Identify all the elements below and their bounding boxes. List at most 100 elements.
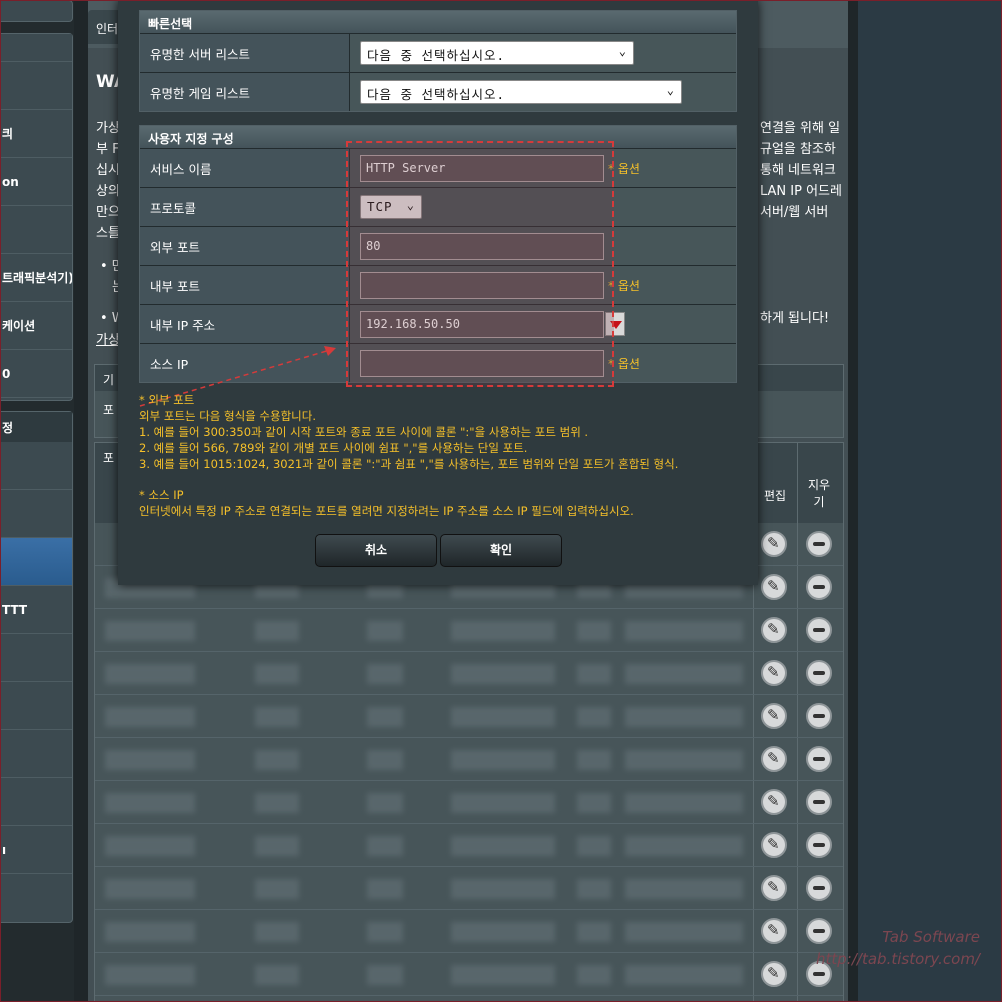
sidebar-sub-item-7[interactable] [0,730,72,778]
note-src-title: * 소스 IP [139,488,184,502]
edit-icon[interactable] [761,703,787,729]
table-cell-redacted [577,621,611,641]
sidebar-item-6[interactable]: 0 [0,350,72,398]
edit-icon[interactable] [761,832,787,858]
delete-icon[interactable] [806,617,832,643]
note-ext-line: 외부 포트는 다음 형식을 수용합니다. [139,409,316,423]
col-edit-header: 편집 [763,489,787,503]
edit-icon[interactable] [761,789,787,815]
custom-config-section: 사용자 지정 구성 서비스 이름 HTTP Server * 옵션 프로토콜 T… [139,125,737,383]
external-port-label: 외부 포트 [140,227,350,265]
sidebar-sub-item-8[interactable] [0,778,72,826]
sidebar-item-4[interactable]: 트래픽분석기) [0,254,72,302]
quick-select-title: 빠른선택 [140,11,736,33]
table-cell-redacted [367,836,403,856]
server-list-select[interactable]: 다음 중 선택하십시오. ⌄ [360,41,634,65]
table-cell-redacted [577,879,611,899]
edit-icon[interactable] [761,746,787,772]
external-port-input[interactable]: 80 [360,232,604,260]
service-name-row: 서비스 이름 HTTP Server * 옵션 [140,148,736,187]
server-list-value: 다음 중 선택하십시오. [367,48,506,63]
game-list-label: 유명한 게임 리스트 [140,73,350,111]
delete-icon[interactable] [806,531,832,557]
note-ext-title: * 외부 포트 [139,393,195,407]
ip-dropdown-button[interactable] [605,312,625,336]
protocol-field: TCP ⌄ [350,188,736,226]
chevron-down-icon: ⌄ [666,83,675,97]
table-cell-redacted [255,922,299,942]
table-cell-redacted [451,707,555,727]
sidebar-item-3[interactable] [0,206,72,254]
table-cell-redacted [105,707,195,727]
custom-config-title: 사용자 지정 구성 [140,126,736,148]
table-header-label: 포 [103,451,115,465]
table-cell-redacted [367,621,403,641]
game-list-select[interactable]: 다음 중 선택하십시오. ⌄ [360,80,682,104]
sidebar-item-blank[interactable] [0,62,72,110]
sidebar-sub-item-5[interactable] [0,634,72,682]
sidebar-sub-item-1[interactable] [0,442,72,490]
table-cell-redacted [105,750,195,770]
sidebar-item-1[interactable]: 킈 [0,110,72,158]
table-cell-redacted [451,793,555,813]
delete-icon[interactable] [806,875,832,901]
table-cell-redacted [367,707,403,727]
sidebar-sub-item-9[interactable]: ı [0,826,72,874]
bg-right-text: 연결을 위해 일 규얼을 참조하 통해 네트워크 LAN IP 어드레 서버/웹… [760,121,842,220]
table-cell-redacted [451,879,555,899]
sidebar-item-2[interactable]: on [0,158,72,206]
delete-icon[interactable] [806,660,832,686]
sidebar-spacer [0,34,72,62]
sidebar-item-5[interactable]: 케이션 [0,302,72,350]
table-cell-redacted [625,879,743,899]
delete-icon[interactable] [806,789,832,815]
external-port-field: 80 [350,227,736,265]
service-name-label: 서비스 이름 [140,149,350,187]
delete-icon[interactable] [806,832,832,858]
protocol-row: 프로토콜 TCP ⌄ [140,187,736,226]
chevron-down-icon: ⌄ [618,44,627,58]
table-cell-redacted [105,879,195,899]
col-delete-header: 지우기 [807,478,831,509]
bg-warning-tail: 하게 됩니다! [760,311,830,326]
service-name-input[interactable]: HTTP Server [360,154,604,182]
game-list-field: 다음 중 선택하십시오. ⌄ [350,73,736,111]
source-ip-note: * 소스 IP 인터넷에서 특정 IP 주소로 연결되는 포트를 열려면 지정하… [139,487,634,519]
internal-ip-row: 내부 IP 주소 192.168.50.50 [140,304,736,343]
edit-icon[interactable] [761,961,787,987]
edit-icon[interactable] [761,531,787,557]
source-ip-input[interactable] [360,349,604,377]
table-row [95,781,843,824]
delete-icon[interactable] [806,746,832,772]
table-cell-redacted [625,793,743,813]
bg-link[interactable]: 가상 [96,330,120,351]
server-list-label: 유명한 서버 리스트 [140,34,350,72]
sidebar-sub-item-2[interactable] [0,490,72,538]
delete-icon[interactable] [806,574,832,600]
internal-port-input[interactable] [360,271,604,299]
edit-icon[interactable] [761,617,787,643]
optional-marker: * 옵션 [608,278,640,293]
optional-marker: * 옵션 [608,356,640,371]
protocol-select[interactable]: TCP ⌄ [360,195,422,219]
right-background [858,0,1002,1002]
internal-ip-field: 192.168.50.50 [350,305,736,343]
confirm-button[interactable]: 확인 [440,534,562,567]
table-cell-redacted [625,836,743,856]
sidebar-sub-item-6[interactable] [0,682,72,730]
sidebar-top-stub [0,0,73,22]
sidebar-sub-item-active[interactable] [0,538,72,586]
table-cell-redacted [451,836,555,856]
sidebar-sub-item-4[interactable]: TTT [0,586,72,634]
edit-icon[interactable] [761,574,787,600]
sidebar-menu-bottom: 정 TTT ı [0,411,73,923]
table-cell-redacted [625,922,743,942]
table-cell-redacted [577,836,611,856]
delete-icon[interactable] [806,703,832,729]
edit-icon[interactable] [761,875,787,901]
cancel-button[interactable]: 취소 [315,534,437,567]
table-cell-redacted [255,621,299,641]
internal-ip-input[interactable]: 192.168.50.50 [360,310,604,338]
edit-icon[interactable] [761,660,787,686]
edit-icon[interactable] [761,918,787,944]
